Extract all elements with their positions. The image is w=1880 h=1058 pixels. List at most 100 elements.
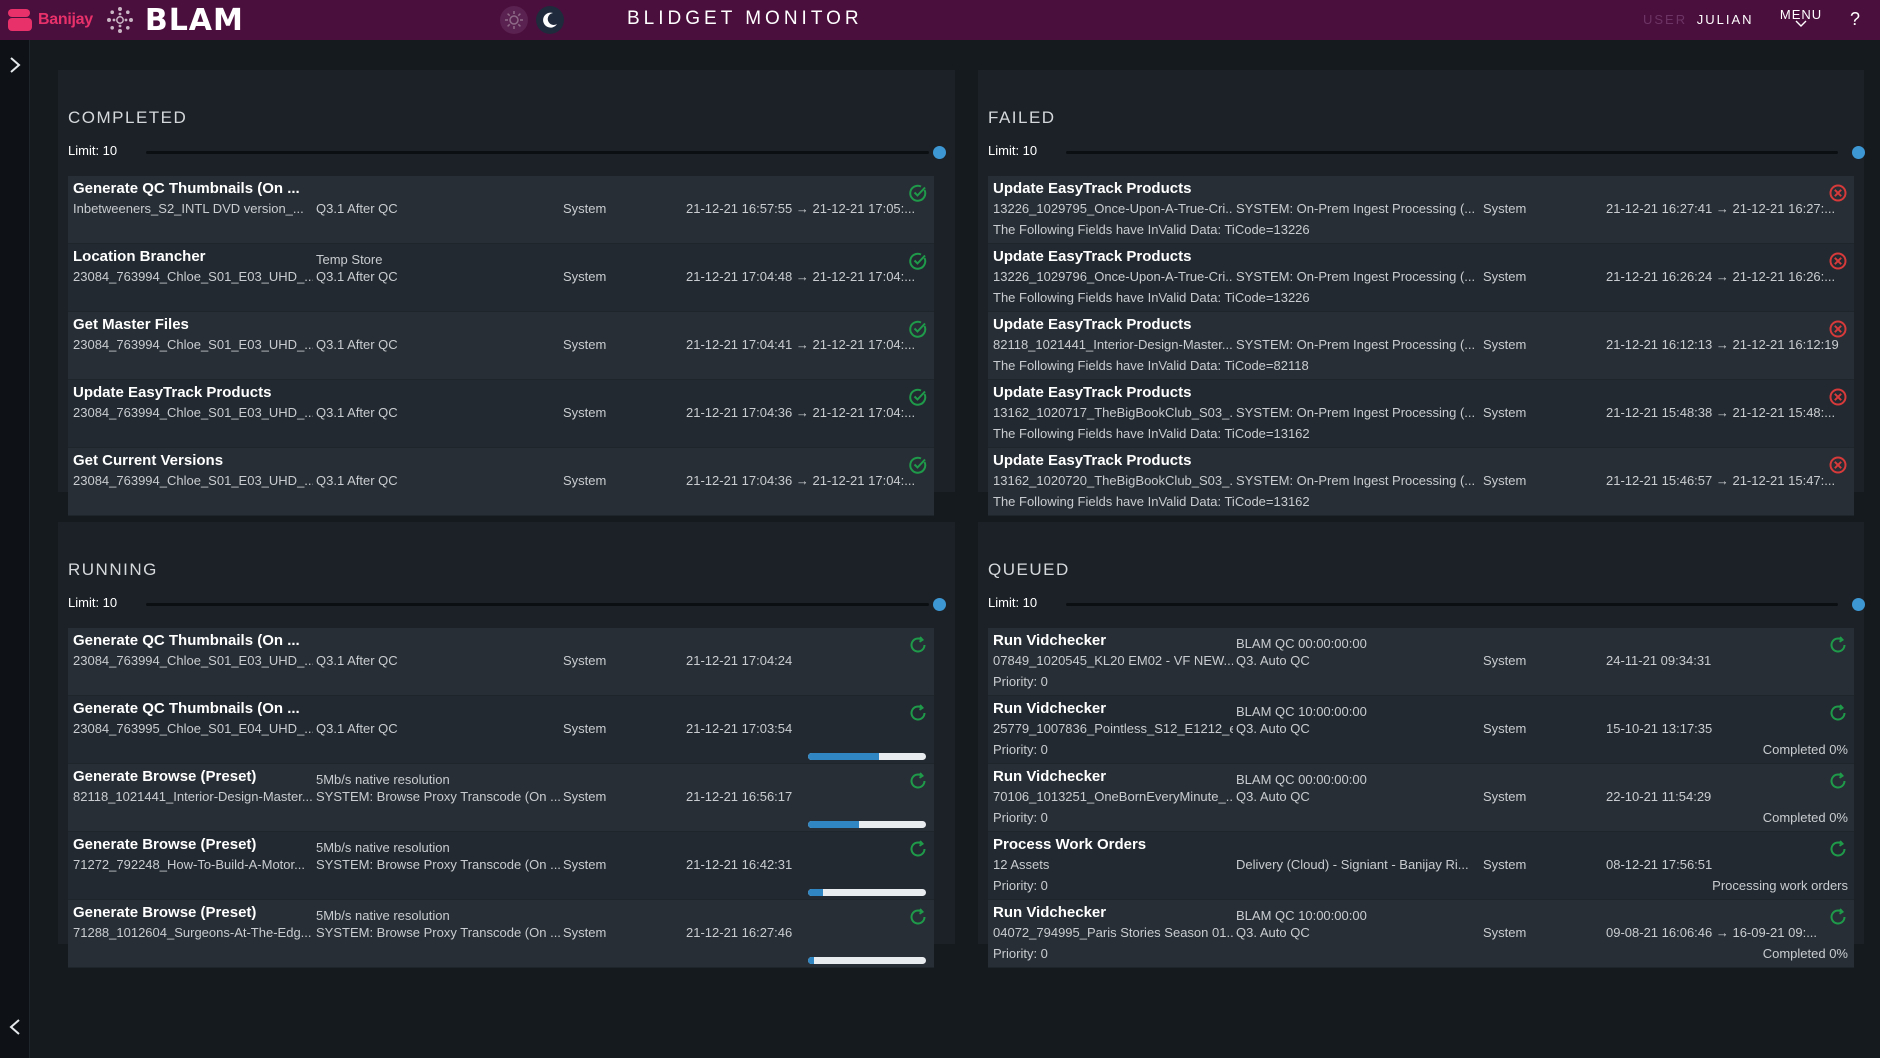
- job-time: 21-12-21 16:27:46: [686, 925, 793, 940]
- job-tag: BLAM QC 10:00:00:00: [1236, 908, 1367, 923]
- job-row[interactable]: Update EasyTrack Products 13162_1020717_T…: [988, 380, 1854, 448]
- job-row[interactable]: Location Brancher Temp Store 23084_763994_…: [68, 244, 934, 312]
- limit-slider-track[interactable]: [146, 151, 929, 154]
- job-tag: BLAM QC 00:00:00:00: [1236, 636, 1367, 651]
- job-time: 21-12-21 17:03:54: [686, 721, 793, 736]
- menu-label: MENU: [1779, 7, 1823, 22]
- job-row[interactable]: Run Vidchecker BLAM QC 10:00:00:00 04072_7…: [988, 900, 1854, 968]
- job-title: Update EasyTrack Products: [993, 180, 1192, 197]
- job-workflow: SYSTEM: Browse Proxy Transcode (On ...: [316, 857, 560, 872]
- job-asset: 04072_794995_Paris Stories Season 01...: [993, 925, 1233, 940]
- job-asset: 23084_763994_Chloe_S01_E03_UHD_...: [73, 337, 313, 352]
- success-check-icon: [909, 320, 927, 338]
- sidebar: [0, 40, 30, 1058]
- job-priority: Priority: 0: [993, 946, 1048, 961]
- job-title: Generate Browse (Preset): [73, 836, 257, 853]
- job-row[interactable]: Run Vidchecker BLAM QC 00:00:00:00 70106_1…: [988, 764, 1854, 832]
- error-icon: [1829, 252, 1847, 270]
- chevron-left-icon[interactable]: [7, 1017, 23, 1037]
- job-workflow: Q3.1 After QC: [316, 405, 398, 420]
- limit-slider-track[interactable]: [1066, 151, 1838, 154]
- job-tag: BLAM QC 00:00:00:00: [1236, 772, 1367, 787]
- job-user: System: [563, 857, 607, 872]
- job-row[interactable]: Generate QC Thumbnails (On ... 23084_7639…: [68, 628, 934, 696]
- success-check-icon: [909, 388, 927, 406]
- job-time: 21-12-21 17:04:41 → 21-12-21 17:04:...: [686, 337, 916, 352]
- success-check-icon: [909, 456, 927, 474]
- job-time: 15-10-21 13:17:35: [1606, 721, 1713, 736]
- job-workflow: Q3.1 After QC: [316, 473, 398, 488]
- job-asset: 13226_1029796_Once-Upon-A-True-Cri...: [993, 269, 1233, 284]
- limit-slider-track[interactable]: [1066, 603, 1838, 606]
- job-progress-bar: [808, 753, 926, 760]
- job-asset: 12 Assets: [993, 857, 1050, 872]
- product-name: BLAM: [144, 2, 244, 38]
- failed-panel: FAILED Limit: 10 Update EasyTrack Produc…: [978, 70, 1865, 516]
- help-icon[interactable]: ?: [1850, 9, 1860, 30]
- job-row[interactable]: Run Vidchecker BLAM QC 10:00:00:00 25779_1…: [988, 696, 1854, 764]
- refresh-icon: [910, 636, 926, 653]
- job-time: 24-11-21 09:34:31: [1606, 653, 1712, 668]
- job-status-note: Completed 0%: [1762, 810, 1848, 825]
- light-theme-button[interactable]: [500, 6, 528, 34]
- job-row[interactable]: Generate QC Thumbnails (On ... 23084_7639…: [68, 696, 934, 764]
- job-asset: 82118_1021441_Interior-Design-Master...: [73, 789, 313, 804]
- job-workflow: SYSTEM: Browse Proxy Transcode (On ...: [316, 789, 560, 804]
- job-asset: 71288_1012604_Surgeons-At-The-Edg...: [73, 925, 312, 940]
- job-row[interactable]: Generate QC Thumbnails (On ... Inbetweene…: [68, 176, 934, 244]
- refresh-icon: [1830, 704, 1846, 721]
- queued-panel: QUEUED Limit: 10 Run Vidchecker BLAM QC 0…: [978, 522, 1865, 968]
- moon-icon: [543, 12, 557, 28]
- running-panel: RUNNING Limit: 10 Generate QC Thumbnails…: [58, 522, 955, 968]
- job-title: Update EasyTrack Products: [993, 384, 1192, 401]
- job-title: Update EasyTrack Products: [993, 452, 1192, 469]
- job-row[interactable]: Get Current Versions 23084_763994_Chloe_S…: [68, 448, 934, 516]
- user-info[interactable]: USER JULIAN: [1643, 12, 1754, 27]
- job-row[interactable]: Generate Browse (Preset) 5Mb/s native res…: [68, 832, 934, 900]
- job-workflow: SYSTEM: On-Prem Ingest Processing (...: [1236, 473, 1476, 488]
- theme-toggle[interactable]: [500, 6, 564, 34]
- job-title: Generate QC Thumbnails (On ...: [73, 632, 300, 649]
- limit-slider-thumb[interactable]: [1852, 598, 1865, 611]
- job-workflow: Q3. Auto QC: [1236, 653, 1310, 668]
- limit-slider-thumb[interactable]: [1852, 146, 1865, 159]
- job-row[interactable]: Update EasyTrack Products 13226_1029795_O…: [988, 176, 1854, 244]
- job-row[interactable]: Generate Browse (Preset) 5Mb/s native res…: [68, 900, 934, 968]
- job-progress-fill: [808, 889, 824, 896]
- job-row[interactable]: Update EasyTrack Products 23084_763994_Ch…: [68, 380, 934, 448]
- job-tag: 5Mb/s native resolution: [316, 772, 450, 787]
- limit-slider-track[interactable]: [146, 603, 929, 606]
- job-tag: 5Mb/s native resolution: [316, 908, 450, 923]
- dark-theme-button[interactable]: [536, 6, 564, 34]
- job-time: 21-12-21 16:12:13 → 21-12-21 16:12:19: [1606, 337, 1839, 352]
- job-row[interactable]: Get Master Files 23084_763994_Chloe_S01_E…: [68, 312, 934, 380]
- job-title: Get Master Files: [73, 316, 189, 333]
- job-row[interactable]: Process Work Orders 12 Assets Delivery (Cl…: [988, 832, 1854, 900]
- job-row[interactable]: Update EasyTrack Products 82118_1021441_I…: [988, 312, 1854, 380]
- job-row[interactable]: Update EasyTrack Products 13226_1029796_O…: [988, 244, 1854, 312]
- banijay-logo[interactable]: Banijay: [8, 8, 93, 32]
- job-workflow: Q3.1 After QC: [316, 653, 398, 668]
- job-time: 21-12-21 17:04:36 → 21-12-21 17:04:...: [686, 405, 916, 420]
- job-time: 21-12-21 16:27:41 → 21-12-21 16:27:...: [1606, 201, 1836, 216]
- job-row[interactable]: Run Vidchecker BLAM QC 00:00:00:00 07849_1…: [988, 628, 1854, 696]
- limit-label: Limit: 10: [988, 143, 1038, 158]
- job-tag: 5Mb/s native resolution: [316, 840, 450, 855]
- refresh-icon: [1830, 908, 1846, 925]
- job-row[interactable]: Generate Browse (Preset) 5Mb/s native res…: [68, 764, 934, 832]
- top-bar: Banijay BLAM BLIDGET MONITOR USER JULIAN…: [0, 0, 1880, 40]
- job-title: Update EasyTrack Products: [993, 248, 1192, 265]
- job-user: System: [563, 405, 607, 420]
- job-time: 21-12-21 17:04:24: [686, 653, 793, 668]
- limit-slider-thumb[interactable]: [933, 146, 946, 159]
- user-name: JULIAN: [1696, 12, 1754, 27]
- limit-slider-thumb[interactable]: [933, 598, 946, 611]
- job-user: System: [563, 269, 607, 284]
- job-tag: BLAM QC 10:00:00:00: [1236, 704, 1367, 719]
- job-row[interactable]: Update EasyTrack Products 13162_1020720_T…: [988, 448, 1854, 516]
- chevron-right-icon[interactable]: [7, 55, 23, 75]
- job-time: 22-10-21 11:54:29: [1606, 789, 1712, 804]
- job-user: System: [563, 201, 607, 216]
- refresh-icon: [1830, 636, 1846, 653]
- menu-button[interactable]: MENU: [1778, 7, 1824, 27]
